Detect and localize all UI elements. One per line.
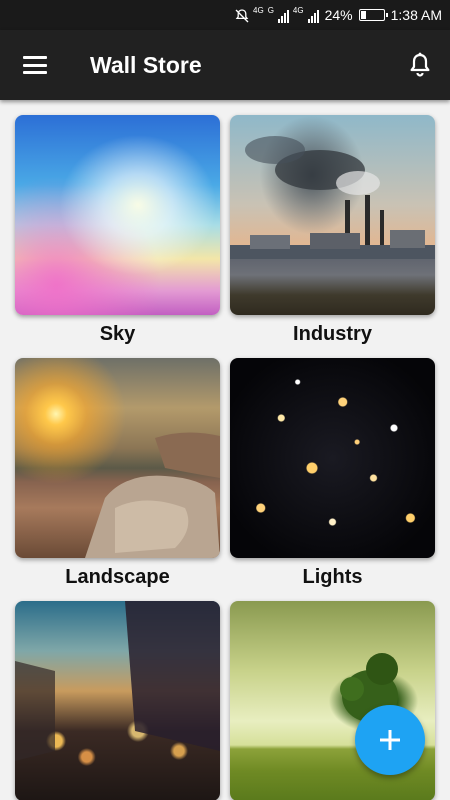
category-card-sky[interactable]: Sky [15,115,220,349]
app-title: Wall Store [90,51,202,78]
category-label: Landscape [65,566,170,588]
category-thumbnail [15,358,220,558]
notifications-muted-icon [235,9,249,23]
hamburger-menu-icon [23,56,47,74]
category-card-city-street[interactable] [15,601,220,800]
category-card-lights[interactable]: Lights [230,358,435,592]
network-type-label: 4G [253,6,264,15]
battery-level [360,11,367,19]
category-thumbnail [15,601,220,800]
signal-strength-icon [307,9,319,23]
network-type-label: 4G [292,6,304,15]
plus-icon [380,730,400,750]
category-card-landscape[interactable]: Landscape [15,358,220,592]
clock: 1:38 AM [390,7,442,23]
category-label: Lights [302,566,363,588]
menu-button[interactable] [0,30,70,100]
battery-icon [358,9,388,21]
add-fab-button[interactable] [355,705,425,775]
category-thumbnail [230,115,435,315]
network-type-label: G [267,6,274,15]
app-bar: Wall Store [0,30,450,100]
factory-illustration [230,136,435,259]
category-grid: Sky Industry Landscape Lights [0,100,450,800]
status-bar: 4G G 4G 24% 1:38 AM [0,0,450,30]
bell-icon [410,52,430,77]
signal-strength-icon [277,9,289,23]
status-icons: 4G G 4G [235,7,319,23]
rocks-illustration [85,432,220,558]
notifications-button[interactable] [390,30,450,100]
category-label: Sky [99,323,136,345]
battery-percent: 24% [324,7,353,23]
category-thumbnail [15,115,220,315]
category-label: Industry [293,323,372,345]
buildings-illustration [15,601,220,761]
category-thumbnail [230,358,435,558]
category-card-industry[interactable]: Industry [230,115,435,349]
